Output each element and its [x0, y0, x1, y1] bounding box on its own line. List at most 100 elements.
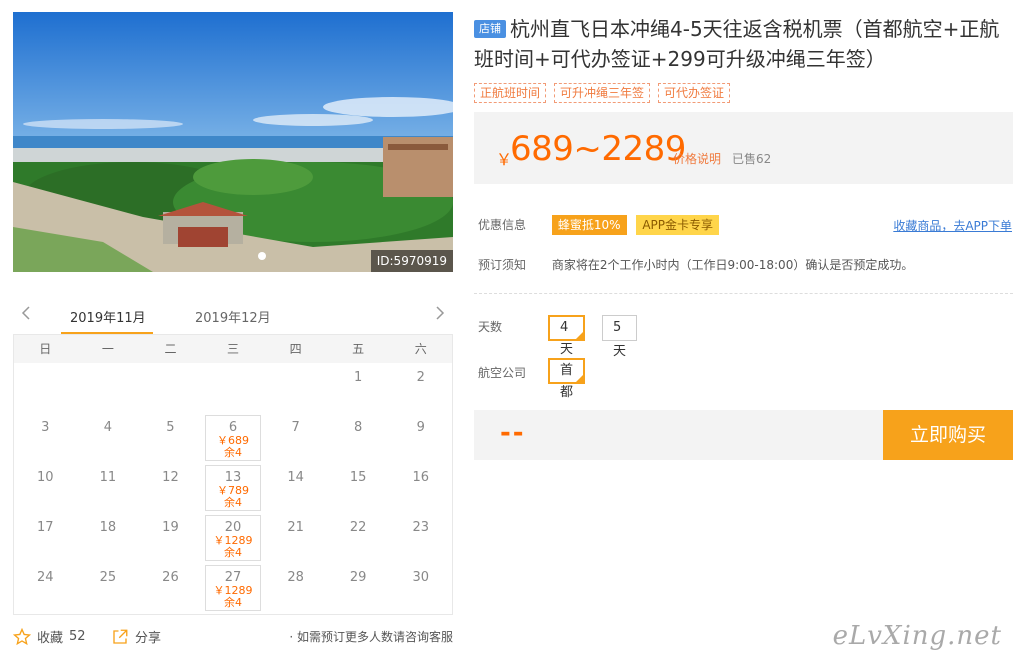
- day-number: 16: [412, 470, 430, 485]
- day-number: 2: [416, 370, 425, 385]
- price-explain-link[interactable]: 价格说明: [673, 150, 721, 167]
- airline-row: 航空公司: [478, 364, 548, 381]
- day-number: 3: [41, 420, 50, 435]
- share-button[interactable]: 分享: [111, 627, 161, 646]
- calendar-empty-cell: [77, 363, 140, 413]
- days-label: 天数: [478, 320, 503, 334]
- favorite-button[interactable]: 收藏 52: [13, 627, 86, 646]
- calendar-days: 1 2 3 4 5 6 ￥689 余4 7 8 9 10 11 12 13 ￥789 余4 14 15 16 17 18 1…: [14, 363, 452, 613]
- calendar-day: 8: [327, 413, 390, 463]
- calendar-day: 19: [139, 513, 202, 563]
- promo-badge-app-gold: APP金卡专享: [636, 215, 720, 235]
- favorite-count: 52: [69, 629, 86, 644]
- calendar-day: 22: [327, 513, 390, 563]
- calendar-day: 24: [14, 563, 77, 613]
- weekday-sun: 日: [39, 342, 52, 356]
- day-number: 25: [99, 570, 117, 585]
- day-number: 27: [224, 570, 242, 585]
- day-stock: 余4: [224, 446, 243, 459]
- day-number: 21: [287, 520, 304, 535]
- chevron-right-icon[interactable]: [432, 306, 446, 320]
- calendar-empty-cell: [14, 363, 77, 413]
- days-option-4[interactable]: 4天: [548, 315, 585, 357]
- day-number: 10: [37, 470, 54, 485]
- day-number: 4: [103, 420, 112, 435]
- calendar-day: 3: [14, 413, 77, 463]
- feature-tag: 可代办签证: [658, 83, 731, 103]
- calendar-day: 17: [14, 513, 77, 563]
- feature-tag: 可升冲绳三年签: [554, 83, 651, 103]
- calendar-day[interactable]: 20 ￥1289 余4: [202, 513, 265, 563]
- day-number: 23: [412, 520, 430, 535]
- day-number: 7: [291, 420, 300, 435]
- chevron-left-icon[interactable]: [20, 306, 34, 320]
- day-number: 29: [349, 570, 367, 585]
- day-number: 24: [37, 570, 54, 585]
- total-price: --: [500, 418, 526, 448]
- calendar-day: 23: [389, 513, 452, 563]
- airline-label: 航空公司: [478, 366, 527, 380]
- airline-option-shoudu[interactable]: 首都: [548, 358, 586, 400]
- calendar-week-row: 10 11 12 13 ￥789 余4 14 15 16: [14, 463, 452, 513]
- calendar-day: 29: [327, 563, 390, 613]
- favorite-label: 收藏: [37, 631, 64, 646]
- day-number: 11: [99, 470, 117, 485]
- promo-row: 优惠信息 蜂蜜抵10% APP金卡专享: [478, 215, 725, 235]
- day-number: 9: [416, 420, 425, 435]
- calendar-day: 14: [264, 463, 327, 513]
- product-photo[interactable]: ID:5970919: [13, 12, 453, 272]
- day-number: 5: [166, 420, 175, 435]
- calendar-day: 18: [77, 513, 140, 563]
- days-row: 天数: [478, 320, 548, 334]
- notice-label: 预订须知: [478, 258, 527, 272]
- day-number: 20: [224, 520, 242, 535]
- share-icon: [113, 629, 128, 644]
- calendar-day: 15: [327, 463, 390, 513]
- buy-bar: -- 立即购买: [474, 410, 1013, 460]
- day-number: 28: [287, 570, 304, 585]
- weekday-tue: 二: [164, 342, 177, 356]
- buy-now-button[interactable]: 立即购买: [883, 410, 1013, 460]
- feature-tag: 正航班时间: [474, 83, 547, 103]
- photo-footer: 收藏 52 分享 · 如需预订更多人数请咨询客服: [13, 625, 453, 647]
- day-number: 8: [354, 420, 363, 435]
- weekday-wed: 三: [227, 342, 240, 356]
- sold-count: 已售62: [732, 152, 772, 166]
- weekday-thu: 四: [289, 342, 302, 356]
- day-stock: 余4: [224, 496, 243, 509]
- day-number: 15: [349, 470, 367, 485]
- day-number: 6: [228, 420, 238, 435]
- price-box: ￥ 689~2289 价格说明 已售62: [474, 112, 1013, 184]
- tab-month-december[interactable]: 2019年12月: [195, 307, 271, 326]
- photo-landscape: [13, 12, 453, 272]
- day-number: 26: [162, 570, 179, 585]
- booking-note: · 如需预订更多人数请咨询客服: [289, 630, 453, 644]
- share-label: 分享: [135, 631, 162, 646]
- weekday-fri: 五: [352, 342, 365, 356]
- product-title: 杭州直飞日本冲绳4-5天往返含税机票（首都航空+正航班时间+可代办签证+299可…: [474, 17, 1000, 71]
- day-number: 17: [37, 520, 54, 535]
- shop-tag[interactable]: 店铺: [474, 20, 506, 38]
- section-divider: [474, 293, 1013, 294]
- weekday-header: 日 一 二 三 四 五 六: [14, 335, 452, 363]
- calendar-day[interactable]: 27 ￥1289 余4: [202, 563, 265, 613]
- carousel-dot[interactable]: [258, 252, 266, 260]
- calendar-grid: 日 一 二 三 四 五 六 1 2 3 4 5 6 ￥689 余4 7 8 9 10 11 12 13 ￥78…: [13, 334, 453, 615]
- tab-month-november[interactable]: 2019年11月: [70, 307, 146, 326]
- photo-id-label: ID:5970919: [370, 250, 453, 272]
- favorite-app-link[interactable]: 收藏商品，去APP下单: [893, 217, 1012, 234]
- promo-label: 优惠信息: [478, 218, 527, 232]
- calendar-day: 30: [389, 563, 452, 613]
- calendar-day: 1: [327, 363, 390, 413]
- star-icon: [13, 627, 31, 645]
- calendar-day: 4: [77, 413, 140, 463]
- calendar-day[interactable]: 13 ￥789 余4: [202, 463, 265, 513]
- product-title-block: 店铺 杭州直飞日本冲绳4-5天往返含税机票（首都航空+正航班时间+可代办签证+29…: [474, 14, 1004, 74]
- promo-badge-honey: 蜂蜜抵10%: [551, 215, 627, 235]
- calendar-day: 9: [389, 413, 452, 463]
- days-option-5[interactable]: 5天: [602, 315, 637, 359]
- calendar-week-row: 3 4 5 6 ￥689 余4 7 8 9: [14, 413, 452, 463]
- calendar-day: 28: [264, 563, 327, 613]
- calendar-day: 11: [77, 463, 140, 513]
- calendar-day[interactable]: 6 ￥689 余4: [202, 413, 265, 463]
